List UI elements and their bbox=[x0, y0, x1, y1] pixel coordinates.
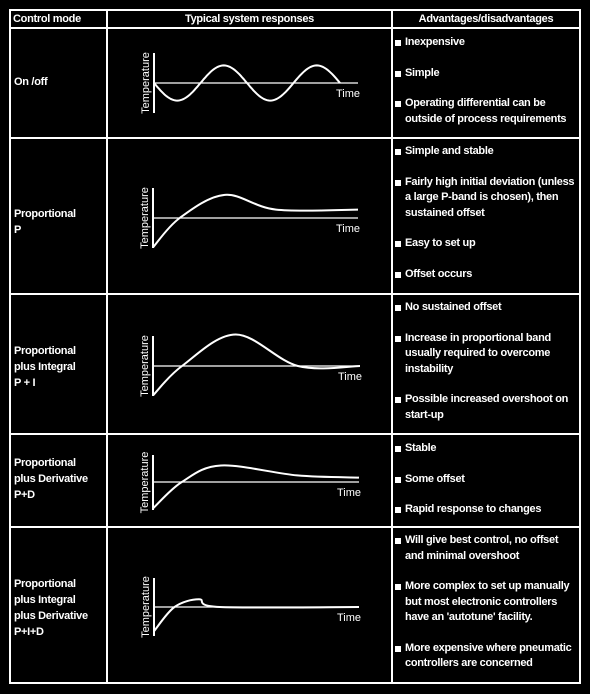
response-curve bbox=[152, 464, 360, 510]
response-curve bbox=[153, 598, 360, 632]
y-axis-label: Temperature bbox=[140, 52, 152, 114]
response-charts: Temperature Time Temperature Time Temperatur… bbox=[139, 52, 362, 638]
y-axis-label: Temperature bbox=[140, 576, 152, 638]
response-curve bbox=[152, 193, 359, 249]
x-axis-label: Time bbox=[337, 487, 361, 499]
y-axis-label: Temperature bbox=[139, 335, 151, 397]
x-axis-label: Time bbox=[336, 223, 360, 235]
y-axis-label: Temperature bbox=[139, 452, 151, 514]
response-curve bbox=[152, 333, 361, 397]
x-axis-label: Time bbox=[338, 371, 362, 383]
x-axis-label: Time bbox=[336, 88, 360, 100]
x-axis-label: Time bbox=[337, 612, 361, 624]
y-axis-label: Temperature bbox=[139, 187, 151, 249]
